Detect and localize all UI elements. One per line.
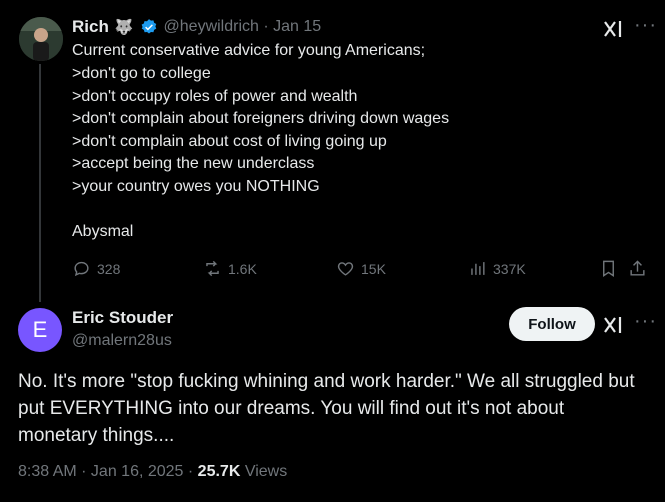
view-count: 337K [493, 260, 526, 277]
bookmark-button[interactable] [599, 259, 618, 278]
more-options-icon[interactable]: ··· [634, 310, 657, 333]
author-name[interactable]: Rich [72, 17, 109, 37]
tweet-text-line: >your country owes you NOTHING [72, 178, 320, 195]
wolf-emoji-icon: 🐺 [114, 19, 134, 36]
more-options-icon[interactable]: ··· [634, 14, 657, 37]
reply-icon [74, 261, 89, 277]
tweet-text-line: >don't complain about cost of living goi… [72, 133, 387, 150]
tweet-text-line: Abysmal [72, 223, 134, 240]
tweet-text-line: >accept being the new underclass [72, 155, 315, 172]
views-label: Views [240, 463, 288, 480]
reply-author-name[interactable]: Eric Stouder [72, 308, 173, 328]
reply-text: No. It's more "stop fucking whining and … [18, 371, 635, 446]
verified-badge-icon [140, 18, 158, 36]
follow-button[interactable]: Follow [509, 307, 595, 341]
bookmark-icon [603, 260, 614, 277]
reply-footer: 8:38 AM · Jan 16, 2025 · 25.7K Views [18, 463, 287, 481]
repost-count: 1.6K [228, 260, 257, 277]
avatar[interactable]: E [18, 308, 62, 352]
views-count: 25.7K [197, 463, 241, 480]
avatar-letter: E [32, 317, 48, 342]
analytics-icon [471, 262, 485, 275]
timestamp[interactable]: 8:38 AM · Jan 16, 2025 · [18, 463, 198, 480]
like-button[interactable]: 15K [336, 259, 386, 278]
like-count: 15K [361, 260, 386, 277]
avatar[interactable] [19, 17, 63, 61]
handle-and-time[interactable]: @heywildrich · Jan 15 [164, 18, 322, 36]
heart-icon [337, 262, 354, 276]
reply-count: 328 [97, 260, 121, 277]
repost-button[interactable]: 1.6K [203, 259, 257, 278]
tweet-header: Rich 🐺 @heywildrich · Jan 15 [72, 17, 321, 37]
tweet-text-line: >don't occupy roles of power and wealth [72, 88, 358, 105]
share-button[interactable] [628, 259, 647, 278]
share-icon [630, 260, 645, 276]
reply-button[interactable]: 328 [72, 259, 120, 278]
reply-handle[interactable]: @malern28us [72, 332, 172, 350]
repost-icon [206, 260, 219, 277]
tweet-text-line: Current conservative advice for young Am… [72, 42, 426, 59]
views-button[interactable]: 337K [468, 259, 526, 278]
tweet-text-line: >don't complain about foreigners driving… [72, 110, 450, 127]
thread-connector-line [39, 64, 41, 302]
grok-icon[interactable] [603, 315, 625, 340]
tweet-text-line: >don't go to college [72, 65, 211, 82]
grok-icon[interactable] [603, 19, 625, 44]
